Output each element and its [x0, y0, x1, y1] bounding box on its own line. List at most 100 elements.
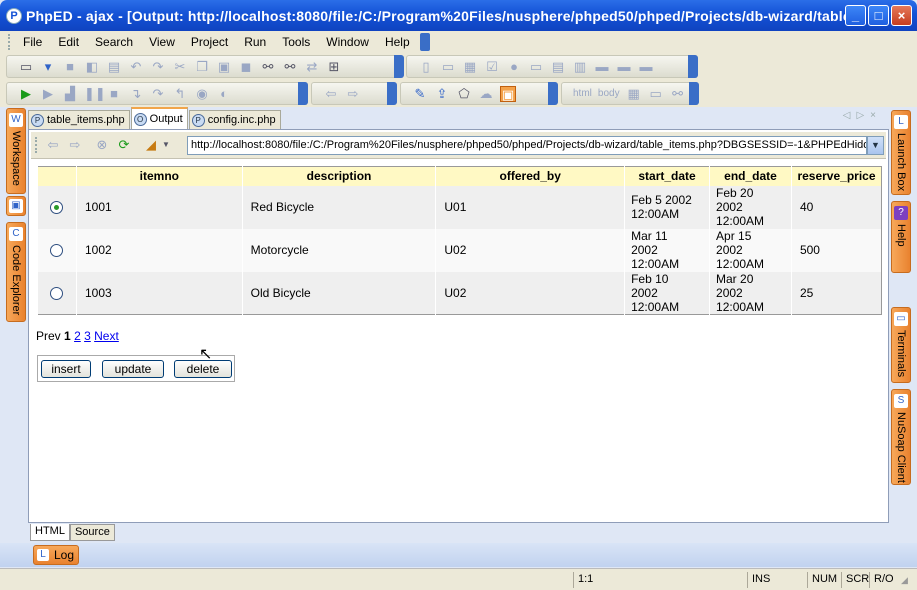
save-icon[interactable]: ■ [62, 59, 78, 75]
address-dropdown-icon[interactable]: ▼ [867, 136, 884, 155]
preview-icon[interactable]: ▣ [500, 85, 516, 102]
update-button[interactable]: update [102, 360, 164, 378]
secondary-panel-tab[interactable]: ▣ [6, 196, 26, 216]
nusoap-client-panel-tab[interactable]: S NuSoap Client [891, 389, 911, 485]
delete-icon[interactable]: ◼ [238, 59, 254, 75]
menu-window[interactable]: Window [318, 35, 377, 49]
find-next-icon[interactable]: ⚯ [282, 59, 298, 75]
pager-page-3[interactable]: 3 [84, 329, 91, 343]
address-input[interactable]: http://localhost:8080/file:/C:/Program%2… [187, 136, 867, 155]
pager-page-2[interactable]: 2 [74, 329, 81, 343]
run-to-cursor-icon[interactable]: ▶ [40, 86, 56, 102]
back-arrow-icon[interactable]: ⇦ [45, 137, 61, 153]
outdent-icon[interactable]: ▭ [440, 59, 456, 75]
stop-load-icon[interactable]: ⊗ [94, 137, 110, 153]
paste-icon[interactable]: ▣ [216, 59, 232, 75]
radio-tool-icon[interactable]: ● [506, 59, 522, 75]
terminals-panel-tab[interactable]: ▭ Terminals [891, 307, 911, 383]
menu-view[interactable]: View [141, 35, 183, 49]
maximize-button[interactable]: □ [868, 5, 889, 26]
nav-back-icon[interactable]: ⇦ [323, 86, 339, 102]
log-panel-tab[interactable]: L Log [33, 545, 79, 565]
row-select-radio[interactable] [50, 286, 64, 300]
menu-edit[interactable]: Edit [50, 35, 87, 49]
new-file-icon[interactable]: ▭ [18, 59, 34, 75]
body-tag-button[interactable]: body [598, 86, 620, 102]
grid-icon[interactable]: ▦ [462, 59, 478, 75]
wizard-icon[interactable]: ✎ [412, 86, 428, 102]
image-tool-icon[interactable]: ▬ [616, 59, 632, 75]
print-icon[interactable]: ▤ [106, 59, 122, 75]
nav-forward-icon[interactable]: ⇨ [345, 86, 361, 102]
html-tag-button[interactable]: html [573, 86, 592, 102]
debug-toolbar-chevron-icon[interactable] [298, 82, 308, 105]
step-into-icon[interactable]: ↴ [128, 86, 144, 102]
row-select-radio[interactable] [50, 201, 64, 215]
form-tool-icon[interactable]: ▬ [638, 59, 654, 75]
replace-icon[interactable]: ⇄ [304, 59, 320, 75]
cut-icon[interactable]: ✂ [172, 59, 188, 75]
insert-button[interactable]: insert [41, 360, 91, 378]
find-icon[interactable]: ⚯ [260, 59, 276, 75]
minimize-button[interactable]: _ [845, 5, 866, 26]
close-button[interactable]: × [891, 5, 912, 26]
row-select-radio[interactable] [50, 244, 64, 258]
pause-icon[interactable]: ❚❚ [84, 86, 106, 102]
frame-icon[interactable]: ▦ [626, 86, 642, 102]
undo-icon[interactable]: ↶ [128, 59, 144, 75]
forward-arrow-icon[interactable]: ⇨ [67, 137, 83, 153]
tools-toolbar-chevron-icon[interactable] [548, 82, 558, 105]
run-icon[interactable]: ▶ [18, 86, 34, 102]
refresh-icon[interactable]: ⟳ [116, 137, 132, 153]
table-tool-icon[interactable]: ▥ [572, 59, 588, 75]
copy-icon[interactable]: ❐ [194, 59, 210, 75]
step-over-icon[interactable]: ↷ [150, 86, 166, 102]
step-out-icon[interactable]: ↰ [172, 86, 188, 102]
step-icon[interactable]: ▟ [62, 86, 78, 102]
upload-icon[interactable]: ⇪ [434, 86, 450, 102]
html-toolbar-chevron-icon[interactable] [689, 82, 699, 105]
standard-toolbar-chevron-icon[interactable] [394, 55, 404, 78]
breakpoint-icon[interactable]: ◉ [194, 86, 210, 102]
menu-project[interactable]: Project [183, 35, 236, 49]
publish-icon[interactable]: ⬠ [456, 86, 472, 102]
stop-icon[interactable]: ■ [106, 86, 122, 102]
div-icon[interactable]: ▭ [648, 86, 664, 102]
tab-output[interactable]: O Output [130, 107, 188, 129]
navigation-toolbar-chevron-icon[interactable] [387, 82, 397, 105]
menubar-options-chevron-icon[interactable] [419, 33, 430, 51]
tab-config-inc[interactable]: P config.inc.php [188, 110, 281, 129]
pager-next[interactable]: Next [94, 329, 119, 343]
tab-source[interactable]: Source [69, 524, 115, 541]
menu-file[interactable]: File [15, 35, 50, 49]
save-all-icon[interactable]: ◧ [84, 59, 100, 75]
tab-scroll-arrows-icon[interactable]: ◁▷× [843, 110, 882, 121]
redo-icon[interactable]: ↷ [150, 59, 166, 75]
resize-grip-icon[interactable]: ◢ [901, 575, 908, 586]
indent-icon[interactable]: ▯ [418, 59, 434, 75]
button-tool-icon[interactable]: ▬ [594, 59, 610, 75]
launch-box-panel-tab[interactable]: L Launch Box [891, 110, 911, 195]
deploy-icon[interactable]: ☁ [478, 86, 494, 102]
tab-html[interactable]: HTML [30, 524, 70, 541]
menu-help[interactable]: Help [377, 35, 418, 49]
checkbox-tool-icon[interactable]: ☑ [484, 59, 500, 75]
browser-toolbar-grip[interactable] [35, 137, 38, 153]
code-explorer-panel-tab[interactable]: C Code Explorer [6, 222, 26, 322]
open-file-icon[interactable]: ▾ [40, 59, 56, 75]
menu-tools[interactable]: Tools [274, 35, 318, 49]
highlight-dropdown-icon[interactable]: ▼ [162, 137, 170, 153]
menu-search[interactable]: Search [87, 35, 141, 49]
highlight-icon[interactable]: ◢ [143, 137, 159, 153]
link-icon[interactable]: ⚯ [670, 86, 686, 102]
watch-icon[interactable]: ◐ [216, 86, 232, 102]
edit-toolbar-chevron-icon[interactable] [688, 55, 698, 78]
tab-table-items[interactable]: P table_items.php [28, 110, 130, 129]
bookmark-icon[interactable]: ⊞ [326, 59, 342, 75]
toolbar-grip[interactable] [8, 34, 11, 50]
menu-run[interactable]: Run [236, 35, 274, 49]
textbox-tool-icon[interactable]: ▭ [528, 59, 544, 75]
list-tool-icon[interactable]: ▤ [550, 59, 566, 75]
workspace-panel-tab[interactable]: W Workspace [6, 108, 26, 194]
help-panel-tab[interactable]: ? Help [891, 201, 911, 273]
